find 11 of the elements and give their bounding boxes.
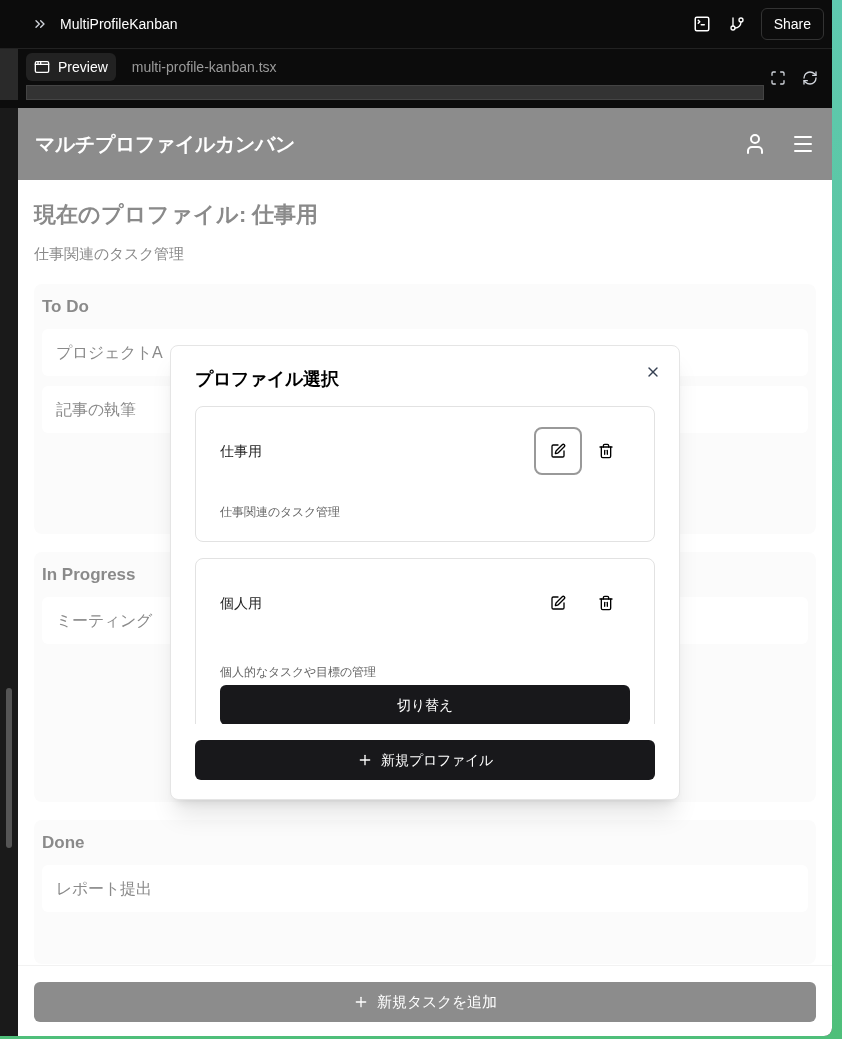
profile-name: 個人用 [220, 593, 262, 613]
current-profile-heading: 現在のプロファイル: 仕事用 [34, 201, 320, 229]
column-title: Done [42, 831, 86, 854]
column-title: To Do [42, 295, 90, 318]
app-title: マルチプロファイルカンバン [35, 132, 295, 157]
profile-name: 仕事用 [220, 441, 262, 461]
profile-description: 仕事関連のタスク管理 [220, 504, 341, 521]
profile-description: 個人的なタスクや目標の管理 [220, 664, 377, 681]
profile-description: 仕事関連のタスク管理 [34, 244, 185, 264]
project-title: MultiProfileKanban [60, 14, 178, 34]
column-title: In Progress [42, 563, 137, 586]
